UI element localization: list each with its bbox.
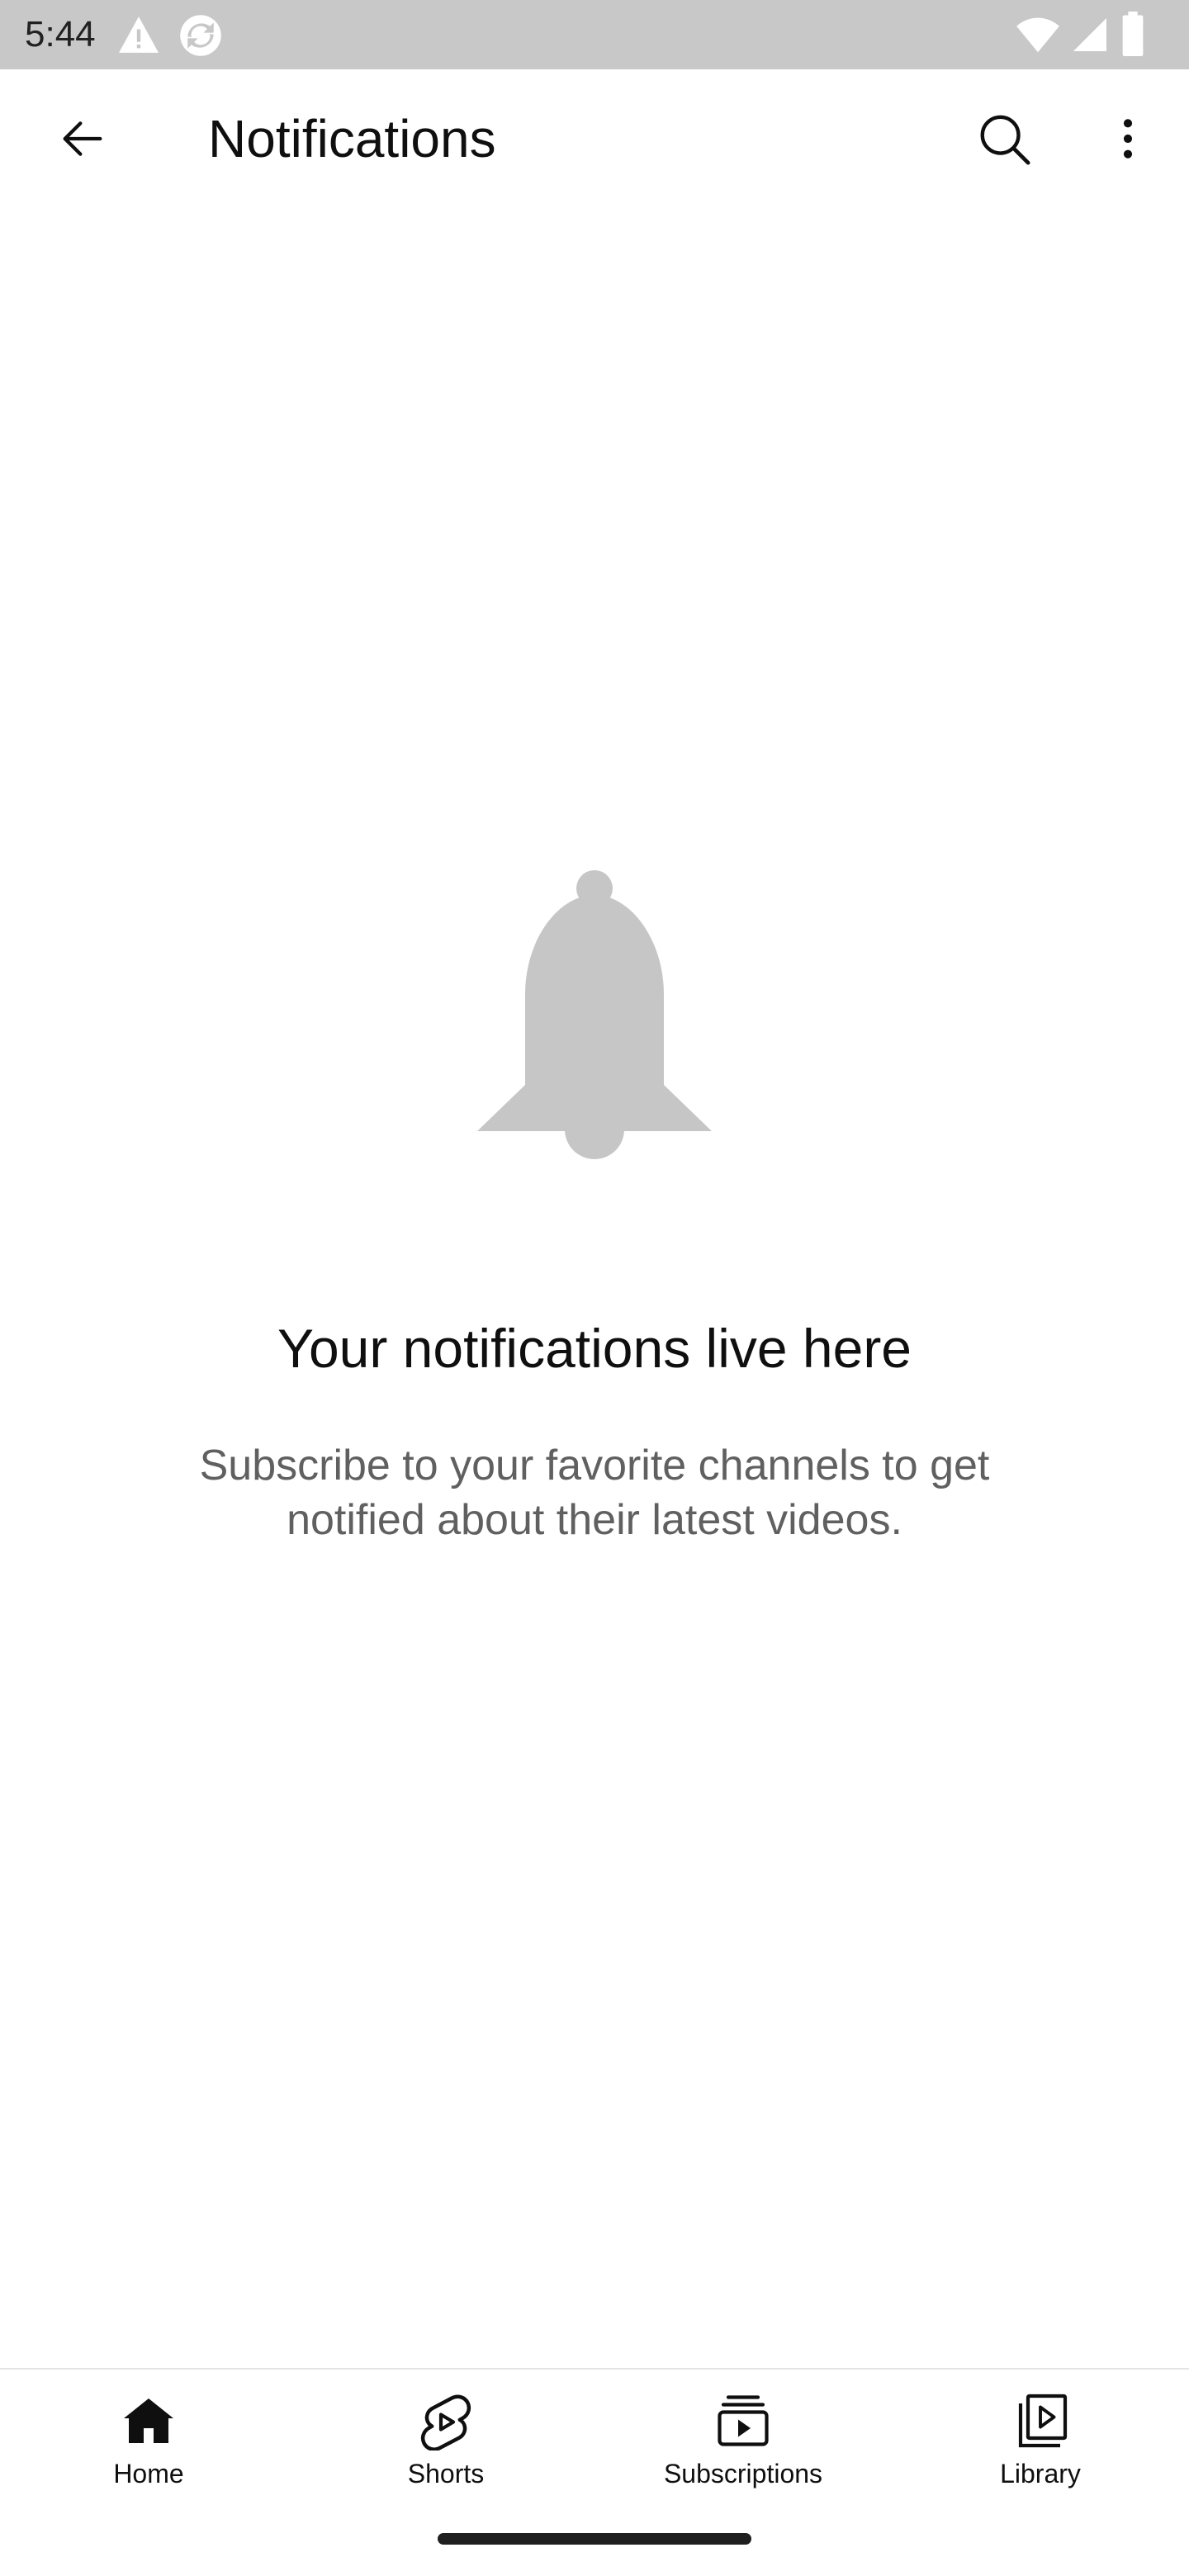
- page-title: Notifications: [208, 109, 496, 168]
- arrow-back-icon: [63, 121, 102, 156]
- battery-icon: [1122, 12, 1144, 56]
- bottom-navigation: Home Shorts Subscriptions Library: [0, 2368, 1189, 2576]
- bell-icon: [477, 870, 712, 1159]
- back-button[interactable]: [33, 89, 132, 188]
- notifications-screen: 5:44 Notifications Your notifications li…: [0, 0, 1189, 2576]
- nav-item-home[interactable]: Home: [0, 2370, 297, 2502]
- nav-label-subscriptions: Subscriptions: [663, 2459, 823, 2488]
- nav-label-shorts: Shorts: [407, 2459, 485, 2488]
- subscriptions-icon: [718, 2395, 769, 2446]
- home-icon: [124, 2398, 173, 2443]
- nav-item-shorts[interactable]: Shorts: [297, 2370, 594, 2502]
- library-icon: [1018, 2394, 1068, 2448]
- signal-icon: [1073, 18, 1106, 51]
- top-app-bar: Notifications: [0, 69, 1189, 208]
- shorts-icon: [420, 2394, 471, 2451]
- more-vert-icon: [1123, 119, 1133, 159]
- search-icon: [980, 115, 1030, 165]
- wifi-icon: [1016, 17, 1059, 53]
- empty-state-subtext: Subscribe to your favorite channels to g…: [199, 1442, 990, 1544]
- empty-state-heading: Your notifications live here: [277, 1318, 912, 1379]
- search-button[interactable]: [955, 89, 1054, 188]
- warning-icon: [119, 17, 159, 53]
- sync-icon: [180, 15, 221, 56]
- nav-label-home: Home: [113, 2459, 184, 2488]
- nav-item-library[interactable]: Library: [892, 2370, 1189, 2502]
- more-options-button[interactable]: [1078, 89, 1177, 188]
- status-bar: 5:44: [0, 0, 1189, 69]
- nav-label-library: Library: [1000, 2459, 1081, 2488]
- status-time: 5:44: [25, 14, 96, 54]
- gesture-navigation-bar[interactable]: [438, 2533, 751, 2545]
- nav-item-subscriptions[interactable]: Subscriptions: [594, 2370, 892, 2502]
